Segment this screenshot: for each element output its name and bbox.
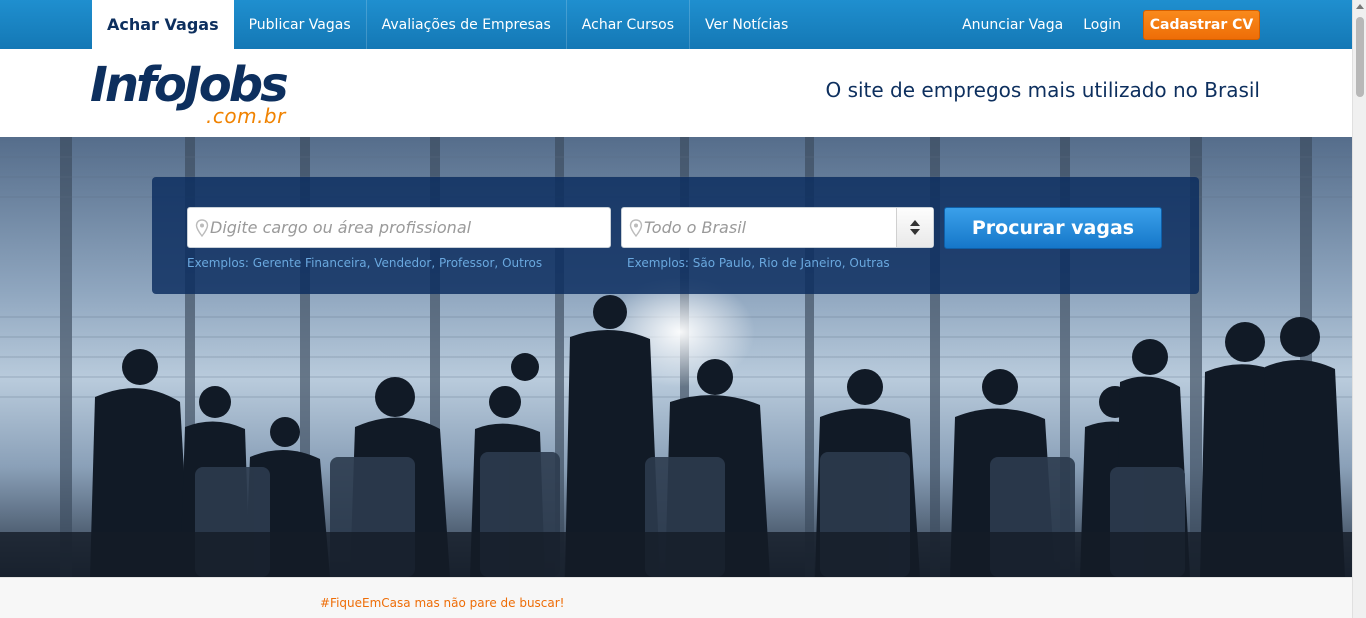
arrow-down-icon [910, 229, 920, 235]
examples-label: Exemplos: [627, 256, 693, 270]
example-link[interactable]: Gerente Financeira, [253, 256, 374, 270]
cadastrar-cv-button[interactable]: Cadastrar CV [1143, 9, 1260, 40]
main-tabs: Achar Vagas Publicar Vagas Avaliações de… [92, 0, 803, 49]
cargo-input[interactable] [210, 208, 605, 247]
tab-achar-vagas[interactable]: Achar Vagas [92, 0, 234, 49]
location-input[interactable] [644, 208, 894, 247]
job-search-panel: Procurar vagas Exemplos: Gerente Finance… [152, 177, 1199, 294]
infojobs-logo[interactable]: InfoJobs .com.br [90, 59, 300, 129]
anunciar-vaga-link[interactable]: Anunciar Vaga [962, 17, 1063, 33]
promo-strip: #FiqueEmCasa mas não pare de buscar! [0, 577, 1352, 618]
procurar-vagas-button[interactable]: Procurar vagas [944, 207, 1162, 249]
example-link[interactable]: São Paulo, [693, 256, 759, 270]
account-links: Anunciar Vaga Login Cadastrar CV [942, 0, 1260, 49]
hero-banner: Procurar vagas Exemplos: Gerente Finance… [0, 137, 1352, 577]
cargo-examples: Exemplos: Gerente Financeira, Vendedor, … [187, 256, 542, 270]
site-header: InfoJobs .com.br O site de empregos mais… [0, 49, 1352, 137]
example-link[interactable]: Professor, [439, 256, 502, 270]
location-select[interactable] [621, 207, 934, 248]
cargo-field[interactable] [187, 207, 611, 248]
top-navigation: Achar Vagas Publicar Vagas Avaliações de… [0, 0, 1352, 49]
scroll-thumb[interactable] [1356, 17, 1364, 97]
arrow-up-icon [910, 220, 920, 226]
page-scrollbar[interactable] [1352, 0, 1366, 618]
example-link[interactable]: Outros [502, 256, 542, 270]
fique-em-casa-tagline: #FiqueEmCasa mas não pare de buscar! [320, 596, 565, 610]
login-link[interactable]: Login [1083, 17, 1121, 33]
tab-achar-cursos[interactable]: Achar Cursos [567, 0, 691, 49]
example-link[interactable]: Vendedor, [374, 256, 439, 270]
tab-ver-noticias[interactable]: Ver Notícias [690, 0, 803, 49]
location-pin-icon [195, 219, 209, 237]
logo-domain: .com.br [206, 104, 286, 128]
tab-publicar-vagas[interactable]: Publicar Vagas [234, 0, 367, 49]
location-examples: Exemplos: São Paulo, Rio de Janeiro, Out… [627, 256, 890, 270]
tab-avaliacoes-empresas[interactable]: Avaliações de Empresas [367, 0, 567, 49]
location-pin-icon [629, 219, 643, 237]
examples-label: Exemplos: [187, 256, 253, 270]
example-link[interactable]: Rio de Janeiro, [759, 256, 850, 270]
site-tagline: O site de empregos mais utilizado no Bra… [825, 78, 1260, 102]
scroll-up-icon[interactable] [1356, 4, 1364, 9]
select-arrows-icon[interactable] [896, 208, 933, 247]
example-link[interactable]: Outras [849, 256, 889, 270]
